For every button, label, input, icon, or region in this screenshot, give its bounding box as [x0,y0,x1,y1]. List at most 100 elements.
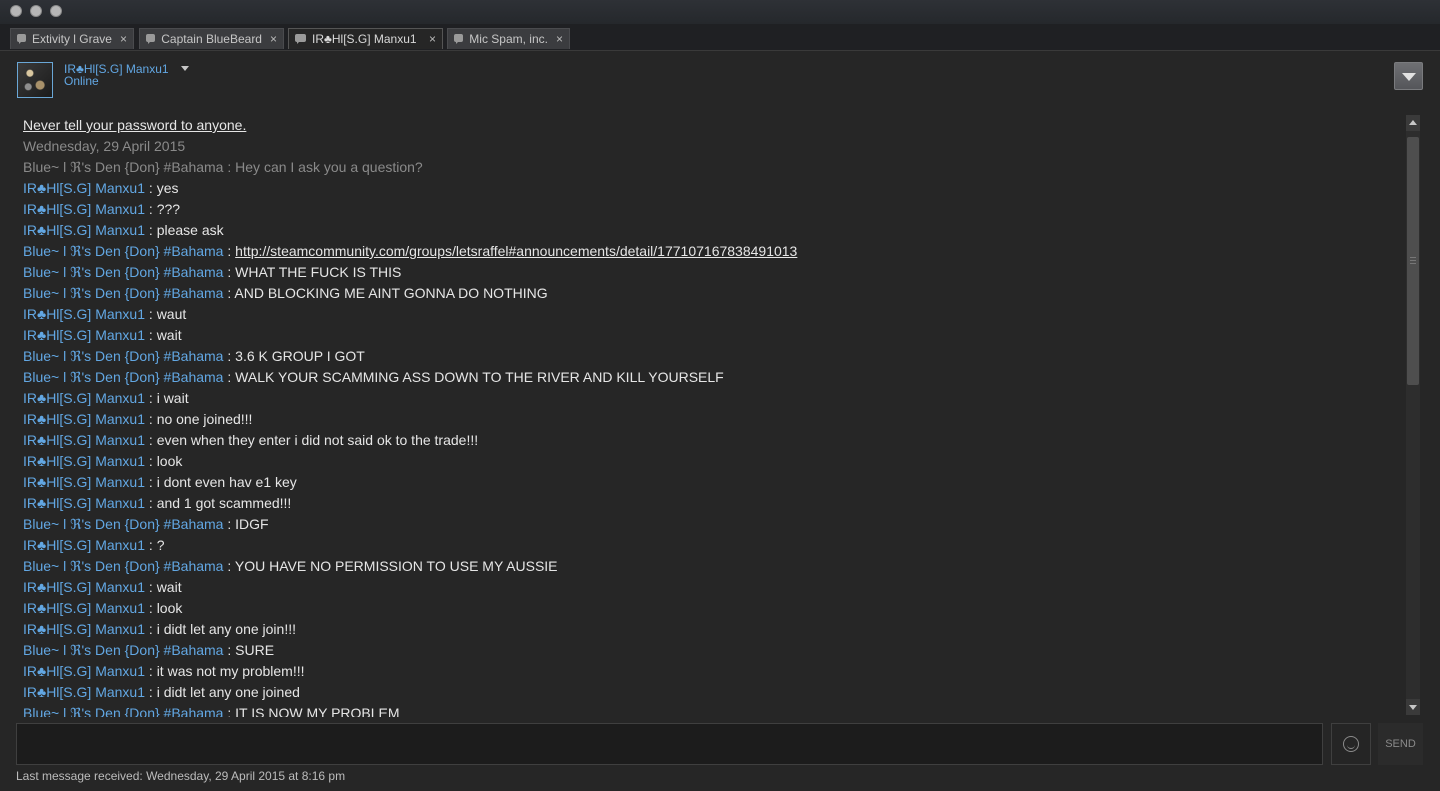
chat-message: Blue~ l ℜ's Den {Don} #Bahama : IDGF [23,514,269,534]
arrow-up-icon [1409,120,1417,125]
message-separator: : [145,600,157,616]
message-sender[interactable]: Blue~ l ℜ's Den {Don} #Bahama [23,243,223,259]
chevron-down-icon [1402,73,1416,81]
chat-message: IR♣Hl[S.G] Manxu1 : yes [23,178,178,198]
chat-message: IR♣Hl[S.G] Manxu1 : i wait [23,388,189,408]
message-text: WALK YOUR SCAMMING ASS DOWN TO THE RIVER… [235,369,724,385]
close-tab-icon[interactable]: × [120,32,127,46]
close-tab-icon[interactable]: × [429,32,436,46]
message-sender[interactable]: Blue~ l ℜ's Den {Don} #Bahama [23,558,223,574]
message-text: i didt let any one joined [156,684,300,700]
message-text: ??? [156,201,181,217]
message-input[interactable] [16,723,1323,765]
message-sender[interactable]: Blue~ l ℜ's Den {Don} #Bahama [23,264,223,280]
message-separator: : [145,327,157,343]
message-sender[interactable]: IR♣Hl[S.G] Manxu1 [23,411,145,427]
message-separator: : [145,474,157,490]
message-text: wait [156,327,182,343]
password-warning: Never tell your password to anyone. [23,117,247,133]
message-separator: : [145,621,157,637]
message-separator: : [145,684,157,700]
message-sender[interactable]: Blue~ l ℜ's Den {Don} #Bahama [23,705,223,717]
chat-scrollbar[interactable] [1406,115,1420,715]
message-sender[interactable]: IR♣Hl[S.G] Manxu1 [23,327,145,343]
message-sender[interactable]: Blue~ l ℜ's Den {Don} #Bahama [23,516,223,532]
friend-avatar[interactable] [17,62,53,98]
message-separator: : [145,537,157,553]
chat-message: Blue~ l ℜ's Den {Don} #Bahama : AND BLOC… [23,283,548,303]
message-sender[interactable]: IR♣Hl[S.G] Manxu1 [23,306,145,322]
message-sender[interactable]: IR♣Hl[S.G] Manxu1 [23,432,145,448]
chat-message: Blue~ l ℜ's Den {Don} #Bahama : Hey can … [23,157,423,177]
emoticon-button[interactable] [1331,723,1371,765]
message-separator: : [145,222,157,238]
window-close-button[interactable] [10,5,22,17]
message-sender[interactable]: IR♣Hl[S.G] Manxu1 [23,579,145,595]
message-sender[interactable]: IR♣Hl[S.G] Manxu1 [23,474,145,490]
chat-message: IR♣Hl[S.G] Manxu1 : look [23,451,182,471]
chat-bubble-icon [454,34,464,44]
message-separator: : [145,390,157,406]
message-separator: : [223,516,236,532]
message-separator: : [145,663,157,679]
friend-status: Online [64,74,99,88]
chat-message: IR♣Hl[S.G] Manxu1 : look [23,598,182,618]
message-separator: : [223,705,236,717]
message-sender[interactable]: IR♣Hl[S.G] Manxu1 [23,390,145,406]
message-separator: : [145,306,157,322]
message-separator: : [223,369,236,385]
chat-bubble-icon [295,34,306,44]
close-tab-icon[interactable]: × [556,32,563,46]
message-sender[interactable]: Blue~ l ℜ's Den {Don} #Bahama [23,642,223,658]
message-text: please ask [156,222,224,238]
message-sender[interactable]: IR♣Hl[S.G] Manxu1 [23,600,145,616]
scrollbar-thumb[interactable] [1407,137,1419,385]
message-separator: : [223,285,235,301]
chat-tab[interactable]: Mic Spam, inc. × [447,28,570,49]
chat-message: Blue~ l ℜ's Den {Don} #Bahama : YOU HAVE… [23,556,558,576]
chat-message: Blue~ l ℜ's Den {Don} #Bahama : 3.6 K GR… [23,346,365,366]
message-sender[interactable]: IR♣Hl[S.G] Manxu1 [23,537,145,553]
message-text: 3.6 K GROUP I GOT [235,348,365,364]
message-text: wait [156,579,182,595]
message-text: AND BLOCKING ME AINT GONNA DO NOTHING [234,285,548,301]
smiley-icon [1343,736,1359,752]
message-link[interactable]: http://steamcommunity.com/groups/letsraf… [235,243,797,259]
chat-log[interactable]: Never tell your password to anyone. Wedn… [23,115,1398,717]
message-sender[interactable]: IR♣Hl[S.G] Manxu1 [23,663,145,679]
message-sender[interactable]: IR♣Hl[S.G] Manxu1 [23,180,145,196]
message-sender[interactable]: IR♣Hl[S.G] Manxu1 [23,495,145,511]
chat-tab[interactable]: Extivity l Grave × [10,28,134,49]
message-text: IDGF [235,516,269,532]
chat-tab-active[interactable]: IR♣Hl[S.G] Manxu1 × [288,28,443,49]
chat-message: IR♣Hl[S.G] Manxu1 : even when they enter… [23,430,478,450]
close-tab-icon[interactable]: × [270,32,277,46]
message-sender[interactable]: IR♣Hl[S.G] Manxu1 [23,453,145,469]
message-sender[interactable]: IR♣Hl[S.G] Manxu1 [23,621,145,637]
chat-options-button[interactable] [1394,62,1423,90]
scroll-down-button[interactable] [1406,699,1420,715]
message-sender[interactable]: IR♣Hl[S.G] Manxu1 [23,201,145,217]
send-button[interactable]: SEND [1378,723,1423,765]
chat-tab[interactable]: Captain BlueBeard × [139,28,284,49]
chat-message: IR♣Hl[S.G] Manxu1 : i dont even hav e1 k… [23,472,297,492]
message-sender[interactable]: Blue~ l ℜ's Den {Don} #Bahama [23,348,223,364]
message-sender[interactable]: IR♣Hl[S.G] Manxu1 [23,222,145,238]
window-zoom-button[interactable] [50,5,62,17]
message-sender[interactable]: IR♣Hl[S.G] Manxu1 [23,684,145,700]
message-text: no one joined!!! [156,411,253,427]
message-text: look [156,600,183,616]
chat-message: Blue~ l ℜ's Den {Don} #Bahama : SURE [23,640,274,660]
window-minimize-button[interactable] [30,5,42,17]
message-sender[interactable]: Blue~ l ℜ's Den {Don} #Bahama [23,369,223,385]
chevron-down-icon[interactable] [181,66,189,71]
scroll-up-button[interactable] [1406,115,1420,131]
message-separator: : [145,495,157,511]
message-separator: : [223,159,236,175]
tab-label: Extivity l Grave [31,32,112,46]
message-sender[interactable]: Blue~ l ℜ's Den {Don} #Bahama [23,285,223,301]
message-sender[interactable]: Blue~ l ℜ's Den {Don} #Bahama [23,159,223,175]
chat-message: Blue~ l ℜ's Den {Don} #Bahama : WALK YOU… [23,367,724,387]
message-text: and 1 got scammed!!! [156,495,292,511]
message-separator: : [223,243,236,259]
